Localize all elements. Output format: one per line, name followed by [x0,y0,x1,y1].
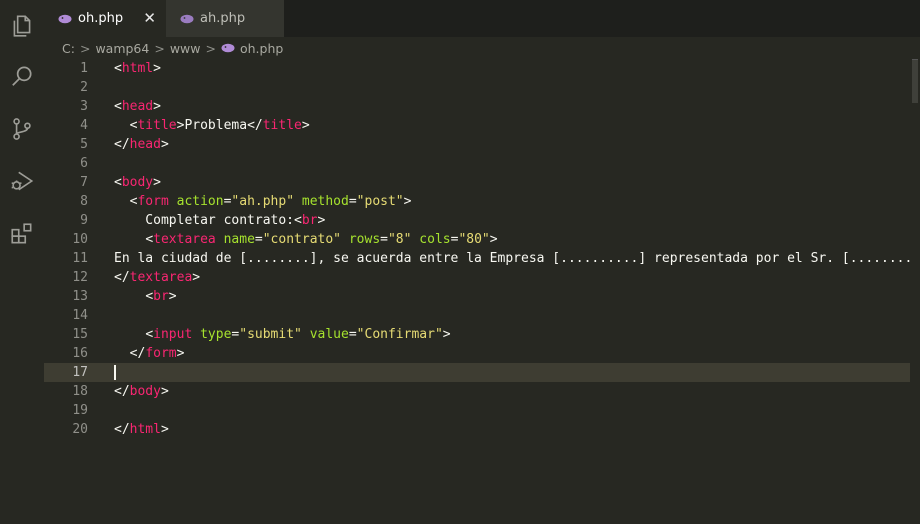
chevron-right-icon: > [79,40,91,56]
text-cursor [114,365,116,380]
line-number: 16 [72,346,88,361]
code-line[interactable]: 18 </body> [44,382,920,401]
code-line[interactable]: 14 [44,306,920,325]
php-elephant-icon [221,43,235,53]
code-line[interactable]: 3 <head> [44,97,920,116]
activity-bar [0,0,44,524]
code-line[interactable]: 10 <textarea name="contrato" rows="8" co… [44,230,920,249]
close-icon[interactable]: ✕ [143,10,156,26]
extensions-icon[interactable] [8,220,36,248]
files-icon[interactable] [8,12,36,40]
line-number: 12 [72,270,88,285]
code-text: <br> [145,289,177,304]
code-text: Completar contrato:<br> [114,213,326,228]
chevron-right-icon: > [154,40,165,56]
code-text: <input type="submit" value="Confirmar"> [145,327,451,342]
code-line[interactable]: 4 <title>Problema</title> [44,116,920,135]
php-elephant-icon [180,14,194,23]
code-line[interactable]: 1 <html> [44,59,920,78]
code-text: <body> [114,175,161,190]
code-text: <head> [114,99,161,114]
line-number: 7 [80,175,88,190]
code-text: </head> [114,137,169,152]
line-number: 2 [80,80,88,95]
code-line[interactable]: 19 [44,401,920,420]
code-text: </html> [114,422,169,437]
breadcrumb-item-www[interactable]: www [170,41,201,56]
line-number: 1 [80,61,88,76]
code-line[interactable]: 13 <br> [44,287,920,306]
code-line[interactable]: 16 </form> [44,344,920,363]
source-control-icon[interactable] [8,115,36,143]
line-number: 13 [72,289,88,304]
line-number: 19 [72,403,88,418]
line-number: 17 [72,365,88,380]
line-number: 15 [72,327,88,342]
code-line[interactable]: 9 Completar contrato:<br> [44,211,920,230]
line-number: 9 [80,213,88,228]
php-elephant-icon [58,14,72,23]
breadcrumb-item-wamp64[interactable]: wamp64 [95,41,149,56]
line-number: 11 [72,251,88,266]
breadcrumb-item-file[interactable]: oh.php [240,41,283,56]
code-line[interactable]: 5 </head> [44,135,920,154]
tab-bar: oh.php ✕ ah.php [44,0,920,37]
code-text: </textarea> [114,270,201,285]
search-icon[interactable] [8,62,36,90]
breadcrumb: C: > wamp64 > www > oh.php [44,37,920,59]
code-line[interactable]: 11 En la ciudad de [........], se acuerda… [44,249,920,268]
code-line[interactable]: 12 </textarea> [44,268,920,287]
code-text: <textarea name="contrato" rows="8" cols=… [145,232,498,247]
line-number: 3 [80,99,88,114]
line-number: 14 [72,308,88,323]
line-number: 10 [72,232,88,247]
code-text: En la ciudad de [........], se acuerda e… [114,251,920,266]
run-debug-icon[interactable] [8,167,36,195]
code-text: </body> [114,384,169,399]
code-editor[interactable]: 1 <html> 2 3 <head> 4 <title>Problema</title>… [44,59,920,524]
code-line[interactable]: 8 <form action="ah.php" method="post"> [44,192,920,211]
code-text: <title>Problema</title> [129,118,310,133]
breadcrumb-item-drive[interactable]: C: [62,41,75,56]
line-number: 5 [80,137,88,152]
code-line[interactable]: 7 <body> [44,173,920,192]
tab-oh-php[interactable]: oh.php ✕ [44,0,166,37]
line-number: 8 [80,194,88,209]
tab-ah-php[interactable]: ah.php [166,0,284,37]
code-text: <form action="ah.php" method="post"> [129,194,412,209]
scrollbar-thumb[interactable] [912,59,918,103]
vertical-scrollbar[interactable] [910,59,920,524]
code-line[interactable]: 20 </html> [44,420,920,439]
code-line[interactable]: 17 [44,363,920,382]
line-number: 6 [80,156,88,171]
line-number: 20 [72,422,88,437]
code-line[interactable]: 2 [44,78,920,97]
line-number: 4 [80,118,88,133]
code-text: <html> [114,61,161,76]
tab-label: ah.php [200,11,246,26]
tab-label: oh.php [78,11,124,26]
code-line[interactable]: 6 [44,154,920,173]
code-line[interactable]: 15 <input type="submit" value="Confirmar… [44,325,920,344]
code-text: </form> [129,346,185,361]
chevron-right-icon: > [205,40,216,56]
line-number: 18 [72,384,88,399]
